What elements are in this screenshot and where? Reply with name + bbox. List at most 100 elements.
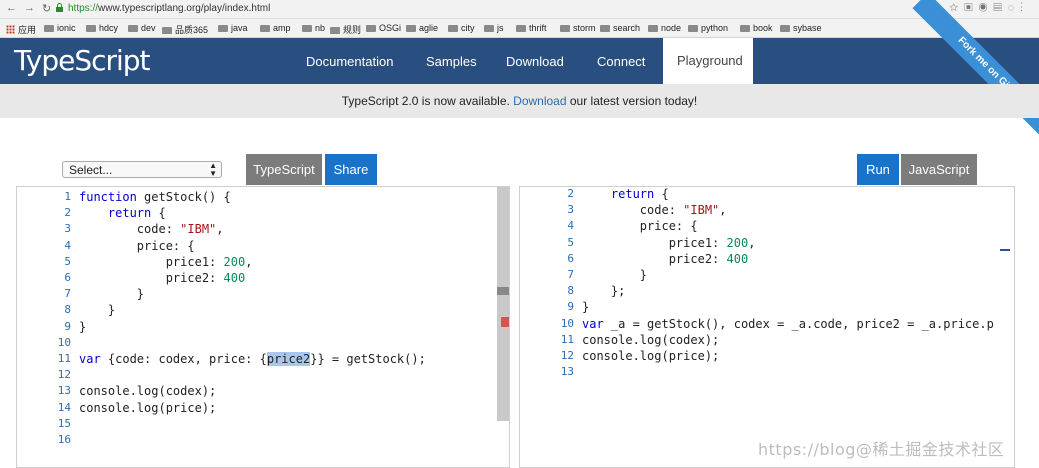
code-line[interactable]: 8 };: [520, 284, 1000, 300]
typescript-editor[interactable]: 1 function getStock() {2 return {3 code: …: [16, 186, 510, 468]
bookmark-folder[interactable]: 品质365: [162, 23, 208, 36]
browser-toolbar: ← → ↻ https://www.typescriptlang.org/pla…: [0, 0, 1039, 19]
code-line[interactable]: 15: [17, 417, 497, 433]
code-line[interactable]: 12 console.log(price);: [520, 349, 1000, 365]
bookmark-label: java: [231, 23, 248, 33]
browser-extension-icons[interactable]: ⌕☆▣◉▤◌⋮: [937, 2, 1029, 15]
bookmark-folder[interactable]: python: [688, 23, 728, 33]
code-line[interactable]: 10 var _a = getStock(), codex = _a.code, …: [520, 317, 1000, 333]
code-text: return {: [610, 187, 669, 201]
bookmark-label: OSGi: [379, 23, 402, 33]
nav-documentation[interactable]: Documentation: [306, 54, 393, 69]
line-number: 12: [560, 349, 574, 362]
code-line[interactable]: 7 }: [520, 268, 1000, 284]
code-text: }: [79, 319, 87, 334]
announcement-download-link[interactable]: Download: [513, 94, 566, 108]
folder-icon: [560, 25, 570, 32]
javascript-output-editor[interactable]: 2 return {3 code: "IBM", 4 price: {5 pric…: [519, 186, 1015, 468]
back-icon[interactable]: ←: [6, 2, 17, 14]
nav-connect[interactable]: Connect: [597, 54, 645, 69]
bookmark-label: amp: [273, 23, 291, 33]
code-line[interactable]: 9}: [520, 300, 1000, 316]
folder-icon: [516, 25, 526, 32]
code-line[interactable]: 5 price1: 200,: [520, 236, 1000, 252]
bookmark-folder[interactable]: OSGi: [366, 23, 401, 33]
code-line[interactable]: 8 }: [17, 303, 497, 319]
code-text: };: [582, 284, 626, 299]
code-text: var {code: codex, price: {price2}} = get…: [79, 352, 426, 366]
bookmark-label: dev: [141, 23, 156, 33]
share-button[interactable]: Share: [325, 154, 377, 185]
folder-icon: [366, 25, 376, 32]
bookmark-folder[interactable]: node: [648, 23, 681, 33]
code-line[interactable]: 9}: [17, 320, 497, 336]
bookmark-folder[interactable]: aglie: [406, 23, 438, 33]
bookmark-folder[interactable]: sybase: [780, 23, 822, 33]
code-text: console.log(price);: [582, 349, 720, 363]
bookmark-folder[interactable]: amp: [260, 23, 291, 33]
bookmark-folder[interactable]: thrift: [516, 23, 547, 33]
editor-scrollbar[interactable]: [497, 187, 509, 421]
examples-select[interactable]: Select... ▲ ▼: [62, 161, 222, 178]
code-line[interactable]: 6 price2: 400: [17, 271, 497, 287]
code-line[interactable]: 3 code: "IBM",: [17, 222, 497, 238]
code-line[interactable]: 13 console.log(codex);: [17, 384, 497, 400]
line-number: 5: [567, 235, 574, 249]
run-button[interactable]: Run: [857, 154, 899, 185]
line-number: 13: [57, 384, 71, 398]
bookmark-folder[interactable]: dev: [128, 23, 156, 33]
scrollbar-thumb[interactable]: [497, 287, 509, 295]
line-number: 15: [57, 416, 71, 430]
code-line[interactable]: 6 price2: 400: [520, 252, 1000, 268]
code-text: var _a = getStock(), codex = _a.code, pr…: [582, 316, 994, 331]
bookmark-folder[interactable]: java: [218, 23, 248, 33]
bookmark-folder[interactable]: city: [448, 23, 475, 33]
typescript-logo[interactable]: TypeScript: [14, 44, 151, 77]
code-line[interactable]: 13: [520, 365, 1000, 381]
code-line[interactable]: 16: [17, 433, 497, 449]
bookmark-label: hdcy: [99, 23, 119, 33]
folder-icon: [740, 25, 750, 32]
code-line[interactable]: 14 console.log(price);: [17, 401, 497, 417]
code-text: price1: 200,: [582, 235, 756, 250]
typescript-tab[interactable]: TypeScript: [246, 154, 322, 185]
code-text: }: [582, 300, 590, 315]
bookmark-folder[interactable]: 规则: [330, 23, 361, 36]
bookmark-folder[interactable]: js: [484, 23, 504, 33]
folder-icon: [86, 25, 96, 32]
code-line[interactable]: 11 console.log(codex);: [520, 333, 1000, 349]
javascript-tab[interactable]: JavaScript: [901, 154, 977, 185]
line-number: 2: [64, 206, 71, 220]
folder-icon: [218, 25, 228, 32]
code-line[interactable]: 10: [17, 336, 497, 352]
code-line[interactable]: 4 price: {: [17, 239, 497, 255]
bookmark-apps[interactable]: 应用: [6, 23, 36, 36]
bookmark-folder[interactable]: book: [740, 23, 773, 33]
address-bar[interactable]: https://www.typescriptlang.org/play/inde…: [68, 3, 270, 14]
code-line[interactable]: 12: [17, 368, 497, 384]
forward-icon[interactable]: →: [24, 2, 35, 14]
code-text: console.log(codex);: [79, 384, 217, 399]
code-line[interactable]: 4 price: {: [520, 219, 1000, 235]
apps-grid-icon: [6, 25, 15, 34]
code-line[interactable]: 2 return {: [17, 206, 497, 222]
code-line[interactable]: 5 price1: 200,: [17, 255, 497, 271]
select-arrows-icon: ▲ ▼: [209, 161, 217, 178]
bookmark-folder[interactable]: ionic: [44, 23, 76, 33]
bookmark-folder[interactable]: storm: [560, 23, 596, 33]
code-line[interactable]: 2 return {: [520, 187, 1000, 203]
folder-icon: [260, 25, 270, 32]
code-line[interactable]: 1 function getStock() {: [17, 190, 497, 206]
nav-samples[interactable]: Samples: [426, 54, 477, 69]
bookmark-folder[interactable]: nb: [302, 23, 325, 33]
bookmark-label: storm: [573, 23, 596, 33]
bookmark-folder[interactable]: hdcy: [86, 23, 118, 33]
bookmark-folder[interactable]: search: [600, 23, 640, 33]
bookmark-label: python: [701, 23, 729, 33]
code-line[interactable]: 3 code: "IBM",: [520, 203, 1000, 219]
nav-playground[interactable]: Playground: [663, 38, 753, 84]
code-line[interactable]: 7 }: [17, 287, 497, 303]
reload-icon[interactable]: ↻: [42, 2, 51, 15]
code-line[interactable]: 11 var {code: codex, price: {price2}} = g…: [17, 352, 497, 368]
nav-download[interactable]: Download: [506, 54, 564, 69]
